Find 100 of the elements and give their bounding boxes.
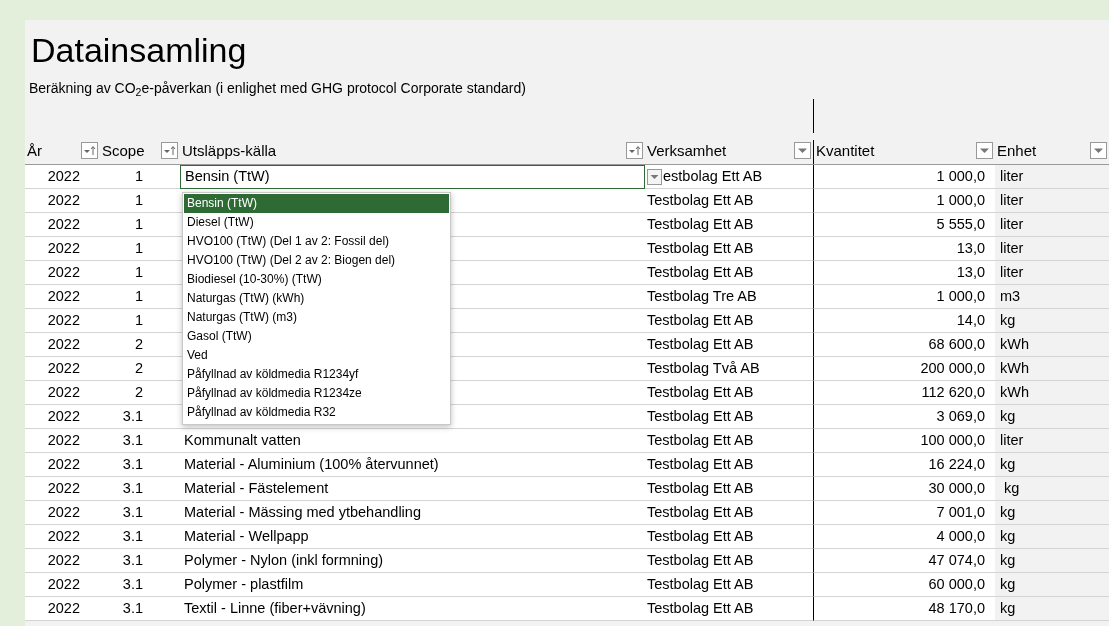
table-cell-text: 68 600,0	[928, 334, 985, 354]
table-cell-text: 4 000,0	[936, 526, 985, 546]
table-cell-text: liter	[1000, 430, 1024, 450]
table-cell-text: 3.1	[122, 526, 143, 546]
table-cell-text: liter	[1000, 214, 1024, 234]
caret-icon	[979, 147, 990, 155]
table-cell-text: 60 000,0	[928, 574, 985, 594]
table-cell-text: 1	[134, 190, 143, 210]
table-cell-text: kg	[1000, 598, 1016, 618]
caret-icon	[797, 147, 808, 155]
table-cell-text: 2022	[47, 430, 80, 450]
column-header: Kvantitet	[816, 140, 875, 161]
table-cell-text: Testbolag Ett AB	[647, 478, 754, 498]
table-cell-text: 30 000,0	[928, 478, 985, 498]
table-cell-text: 1 000,0	[936, 286, 985, 306]
dropdown-option[interactable]: Naturgas (TtW) (kWh)	[184, 289, 449, 308]
table-cell-text: 2022	[47, 358, 80, 378]
dropdown-option[interactable]: Påfyllnad av köldmedia R1234ze	[184, 384, 449, 403]
table-cell-text: 3.1	[122, 454, 143, 474]
table-cell-text: Testbolag Ett AB	[647, 382, 754, 402]
table-cell-text: Polymer - plastfilm	[184, 574, 304, 594]
filter-button[interactable]	[976, 142, 993, 160]
table-cell-text: 2022	[47, 502, 80, 522]
sort-filter-button[interactable]	[81, 142, 98, 160]
dropdown-option[interactable]: Gasol (TtW)	[184, 327, 449, 346]
table-cell-text: 3.1	[122, 430, 143, 450]
table-cell-text: 3 069,0	[936, 406, 985, 426]
sheet-title: Datainsamling	[31, 30, 248, 71]
table-cell-text: 13,0	[956, 238, 985, 258]
table-cell-text: 2022	[47, 598, 80, 618]
table-cell-text: 13,0	[956, 262, 985, 282]
dropdown-option[interactable]: Påfyllnad av köldmedia R32	[184, 403, 449, 422]
table-cell-text: 2022	[47, 382, 80, 402]
table-cell-text: Testbolag Ett AB	[647, 238, 754, 258]
table-cell-text: 2022	[47, 478, 80, 498]
table-cell-text: 1	[134, 310, 143, 330]
table-cell-text: 14,0	[956, 310, 985, 330]
table-cell-text: 2022	[47, 406, 80, 426]
table-cell-text: 2022	[47, 166, 80, 186]
filter-button[interactable]	[1090, 142, 1107, 160]
column-header: År	[27, 140, 42, 161]
table-cell-text: Material - Wellpapp	[184, 526, 309, 546]
dropdown-option[interactable]: Bensin (TtW)	[184, 194, 449, 213]
table-cell-text: 2022	[47, 310, 80, 330]
table-cell-text: 200 000,0	[920, 358, 985, 378]
table-cell-text: Material - Fästelement	[184, 478, 329, 498]
table-cell-text: Testbolag Ett AB	[647, 406, 754, 426]
filter-button[interactable]	[794, 142, 811, 160]
table-cell-text: 2022	[47, 214, 80, 234]
column-header: Scope	[102, 140, 145, 161]
table-cell-text: m3	[1000, 286, 1021, 306]
table-cell-text: 2022	[47, 286, 80, 306]
table-cell-text: liter	[1000, 238, 1024, 258]
table-cell-text: Testbolag Ett AB	[647, 454, 754, 474]
table-cell-text: liter	[1000, 166, 1024, 186]
dropdown-option[interactable]: HVO100 (TtW) (Del 2 av 2: Biogen del)	[184, 251, 449, 270]
table-cell-text: 2	[134, 358, 143, 378]
table-cell-text: 2022	[47, 334, 80, 354]
table-cell-text: 5 555,0	[936, 214, 985, 234]
sort-filter-icon	[83, 145, 96, 157]
sort-filter-icon	[163, 145, 176, 157]
dropdown-option[interactable]: HVO100 (TtW) (Del 1 av 2: Fossil del)	[184, 232, 449, 251]
column-header: Utsläpps-källa	[182, 140, 277, 161]
table-cell-text: 2022	[47, 238, 80, 258]
table-cell-text: 7 001,0	[936, 502, 985, 522]
sheet-subtitle: Beräkning av CO$_{2}$e-påverkan (i enlighet med GHG protocol Corporate standard)	[29, 79, 527, 99]
table-cell-text: 1	[134, 238, 143, 258]
table-cell-text: 1	[134, 286, 143, 306]
table-cell-text: kg	[1000, 502, 1016, 522]
table-cell-text: 3.1	[122, 406, 143, 426]
table-cell-text: 112 620,0	[921, 382, 985, 402]
table-cell-text: 1 000,0	[936, 190, 985, 210]
table-cell-text: estbolag Ett AB	[663, 166, 763, 186]
caret-icon	[1093, 147, 1104, 155]
table-cell-text: liter	[1000, 262, 1024, 282]
dropdown-option[interactable]: Ved	[184, 346, 449, 365]
sort-filter-button[interactable]	[161, 142, 178, 160]
dropdown-button[interactable]	[647, 168, 662, 185]
table-cell-text: 2022	[47, 526, 80, 546]
table-cell-text: kg	[1000, 550, 1016, 570]
table-cell-text: Testbolag Tre AB	[647, 286, 757, 306]
table-cell-text: Textil - Linne (fiber+vävning)	[184, 598, 366, 618]
table-cell-text: 2022	[47, 190, 80, 210]
table-cell-text: Testbolag Ett AB	[647, 190, 754, 210]
dropdown-option[interactable]: Biodiesel (10-30%) (TtW)	[184, 270, 449, 289]
dropdown-option[interactable]: Diesel (TtW)	[184, 213, 449, 232]
table-cell-text: Material - Aluminium (100% återvunnet)	[184, 454, 439, 474]
table-cell-text: Testbolag Ett AB	[647, 502, 754, 522]
table-cell-text: kWh	[1000, 358, 1029, 378]
sort-filter-button[interactable]	[626, 142, 643, 160]
table-cell-text: Testbolag Ett AB	[647, 310, 754, 330]
column-header: Verksamhet	[647, 140, 727, 161]
table-cell-text: Testbolag Ett AB	[647, 574, 754, 594]
table-cell-text: Testbolag Ett AB	[647, 526, 754, 546]
dropdown-option[interactable]: Naturgas (TtW) (m3)	[184, 308, 449, 327]
table-cell-text: Kommunalt vatten	[184, 430, 301, 450]
table-cell-text: kWh	[1000, 382, 1029, 402]
table-cell-text: 47 074,0	[928, 550, 985, 570]
dropdown-option[interactable]: Påfyllnad av köldmedia R1234yf	[184, 365, 449, 384]
table-cell-text: Testbolag Ett AB	[647, 262, 754, 282]
